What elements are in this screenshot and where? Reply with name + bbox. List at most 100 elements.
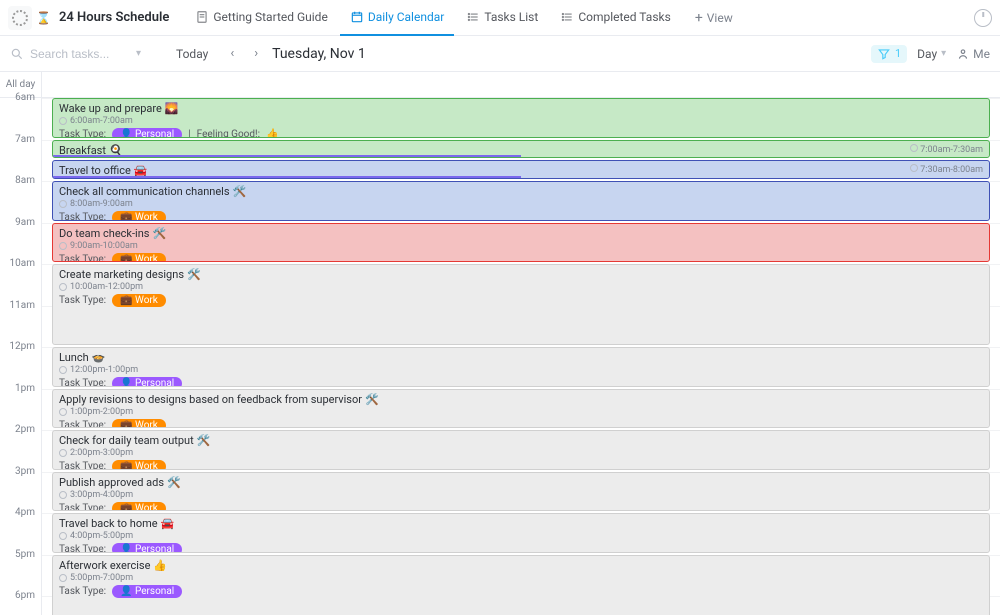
event-emoji-icon: 🛠️	[197, 434, 211, 447]
search-input[interactable]	[30, 47, 130, 61]
event-time: 10:00am-12:00pm	[59, 282, 983, 292]
event-meta: Task Type: 👤 Personal	[59, 585, 983, 598]
event-time: 3:00pm-4:00pm	[59, 490, 983, 500]
event-time: 6:00am-7:00am	[59, 116, 983, 126]
clock-icon	[910, 144, 918, 152]
tab-completed-tasks[interactable]: Completed Tasks	[550, 0, 681, 36]
event-meta: Task Type: 💼 Work	[59, 253, 983, 263]
me-filter-button[interactable]: Me	[956, 47, 990, 61]
clock-icon	[59, 242, 67, 250]
hour-label: 1pm	[15, 383, 35, 394]
event-emoji-icon: 🍲	[92, 351, 106, 364]
event-time: 5:00pm-7:00pm	[59, 573, 983, 583]
add-view-button[interactable]: + View	[685, 10, 743, 26]
app-icon[interactable]	[8, 6, 32, 30]
search-wrap: ▾	[10, 47, 160, 61]
event-title: Create marketing designs 🛠️	[59, 268, 983, 281]
stopwatch-icon[interactable]	[974, 9, 992, 27]
hour-label: 7am	[15, 134, 35, 145]
topbar-right	[974, 9, 992, 27]
prev-day-button[interactable]: ‹	[224, 46, 240, 61]
event-time: 8:00am-9:00am	[59, 199, 983, 209]
loading-circle-icon	[12, 10, 28, 26]
task-type-badge: 💼 Work	[112, 211, 166, 221]
hour-label: 2pm	[15, 424, 35, 435]
clock-icon	[59, 574, 67, 582]
range-selector[interactable]: Day ▾	[917, 47, 946, 61]
calendar-event[interactable]: Breakfast 🍳 7:00am-7:30am	[52, 140, 990, 159]
chevron-down-icon: ▾	[941, 48, 946, 59]
person-icon	[956, 47, 970, 61]
event-emoji-icon: 🛠️	[187, 268, 201, 281]
event-meta: Task Type: 👤 Personal	[59, 377, 983, 387]
event-title: Do team check-ins 🛠️	[59, 227, 983, 240]
calendar-event[interactable]: Travel back to home 🚘 4:00pm-5:00pmTask …	[52, 513, 990, 553]
filter-button[interactable]: 1	[871, 45, 907, 63]
tab-label: Tasks List	[484, 10, 538, 24]
task-type-badge: 👤 Personal	[112, 585, 182, 598]
hour-label: 11am	[10, 300, 35, 311]
task-type-label: Task Type:	[59, 461, 106, 470]
extra-field-emoji: 👍	[266, 129, 278, 138]
calendar-event[interactable]: Check for daily team output 🛠️ 2:00pm-3:…	[52, 430, 990, 470]
task-type-label: Task Type:	[59, 420, 106, 429]
clock-icon	[59, 283, 67, 291]
calendar-event[interactable]: Publish approved ads 🛠️ 3:00pm-4:00pmTas…	[52, 472, 990, 512]
clock-icon	[910, 164, 918, 172]
hour-label: 6pm	[15, 590, 35, 601]
extra-field-label: Feeling Good!:	[197, 129, 260, 138]
calendar-event[interactable]: Do team check-ins 🛠️ 9:00am-10:00amTask …	[52, 223, 990, 263]
calendar-event[interactable]: Lunch 🍲 12:00pm-1:00pmTask Type: 👤 Perso…	[52, 347, 990, 387]
view-tabs: Getting Started Guide Daily Calendar Tasks…	[185, 0, 680, 36]
hour-label: 4pm	[15, 507, 35, 518]
calendar-event[interactable]: Travel to office 🚘 7:30am-8:00am	[52, 160, 990, 179]
calendar-event[interactable]: Apply revisions to designs based on feed…	[52, 389, 990, 429]
event-title: Apply revisions to designs based on feed…	[59, 393, 983, 406]
hour-label: 9am	[15, 217, 35, 228]
clock-icon	[59, 200, 67, 208]
task-type-badge: 💼 Work	[112, 253, 166, 263]
progress-bar	[53, 176, 521, 178]
event-time: 12:00pm-1:00pm	[59, 365, 983, 375]
range-label: Day	[917, 47, 937, 61]
today-button[interactable]: Today	[168, 47, 216, 61]
task-type-badge: 👤 Personal	[112, 543, 182, 553]
calendar-event[interactable]: Afterwork exercise 👍 5:00pm-7:00pm Task T…	[52, 555, 990, 615]
tab-daily-calendar[interactable]: Daily Calendar	[340, 0, 455, 36]
hour-label: 6am	[15, 92, 35, 103]
event-time: 2:00pm-3:00pm	[59, 448, 983, 458]
chevron-down-icon[interactable]: ▾	[136, 48, 141, 59]
hour-label: 5pm	[15, 549, 35, 560]
search-icon	[10, 47, 24, 61]
task-type-badge: 💼 Work	[112, 294, 166, 307]
tab-tasks-list[interactable]: Tasks List	[456, 0, 548, 36]
calendar-event[interactable]: Check all communication channels 🛠️ 8:00…	[52, 181, 990, 221]
date-label: Tuesday, Nov 1	[272, 46, 366, 62]
event-title: Travel back to home 🚘	[59, 517, 983, 530]
page-title: 24 Hours Schedule	[59, 10, 169, 25]
task-type-badge: 💼 Work	[112, 502, 166, 512]
event-emoji-icon: 🚘	[161, 517, 175, 530]
event-emoji-icon: 🌄	[165, 102, 179, 115]
event-title: Check all communication channels 🛠️	[59, 185, 983, 198]
event-meta: Task Type: 💼 Work	[59, 419, 983, 429]
tab-label: Getting Started Guide	[213, 10, 327, 24]
tab-label: Completed Tasks	[578, 10, 671, 24]
time-column: All day 6am7am8am9am10am11am12pm1pm2pm3p…	[0, 72, 42, 615]
event-emoji-icon: 🛠️	[152, 227, 166, 240]
calendar-event[interactable]: Wake up and prepare 🌄 6:00am-7:00amTask …	[52, 98, 990, 138]
allday-row[interactable]	[42, 72, 1000, 98]
task-type-badge: 👤 Personal	[112, 128, 182, 138]
calendar-event[interactable]: Create marketing designs 🛠️ 10:00am-12:0…	[52, 264, 990, 345]
calendar-grid: Wake up and prepare 🌄 6:00am-7:00amTask …	[42, 72, 1000, 615]
topbar-left: ⌛ 24 Hours Schedule Getting Started Guid…	[8, 0, 743, 36]
event-title: Check for daily team output 🛠️	[59, 434, 983, 447]
topbar: ⌛ 24 Hours Schedule Getting Started Guid…	[0, 0, 1000, 36]
next-day-button[interactable]: ›	[248, 46, 264, 61]
filter-icon	[877, 47, 891, 61]
tab-getting-started-guide[interactable]: Getting Started Guide	[185, 0, 337, 36]
event-time: 1:00pm-2:00pm	[59, 407, 983, 417]
task-type-label: Task Type:	[59, 503, 106, 512]
event-title: Afterwork exercise 👍	[59, 559, 983, 572]
event-meta: Task Type: 💼 Work	[59, 211, 983, 221]
